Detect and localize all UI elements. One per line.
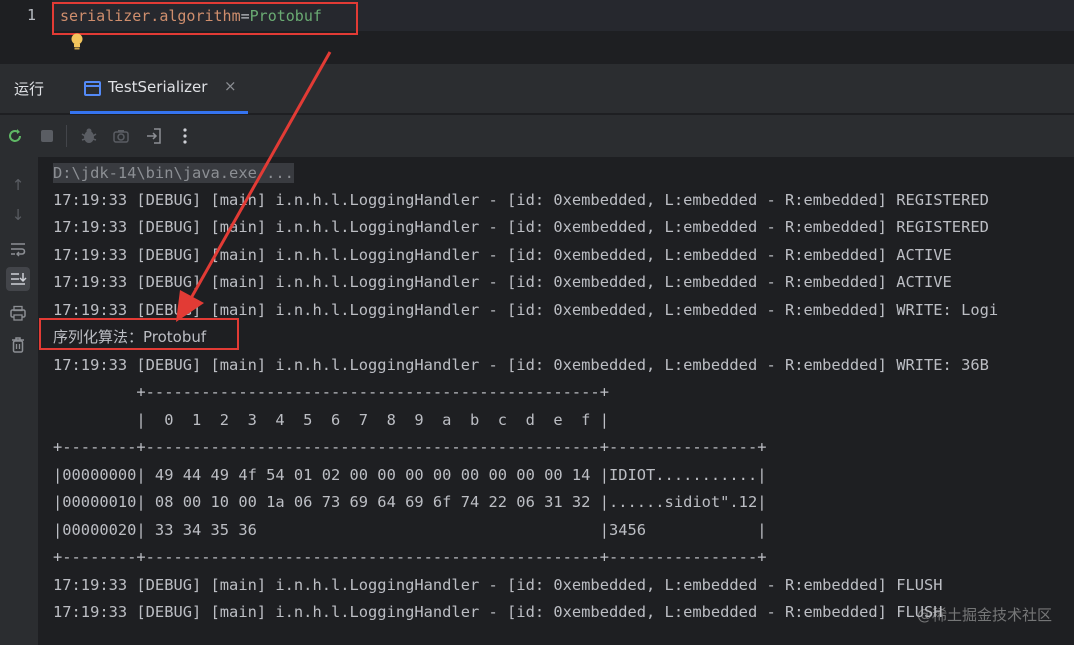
more-icon[interactable] [174,125,196,147]
hexdump-line: |00000020| 33 34 35 36 |3456 | [53,521,767,539]
hexdump-line: +--------+------------------------------… [53,548,767,566]
line-number: 1 [26,6,36,24]
up-arrow-icon[interactable]: ↑ [6,173,30,197]
console-line: 17:19:33 [DEBUG] [main] i.n.h.l.LoggingH… [53,356,989,374]
hexdump-line: |00000000| 49 44 49 4f 54 01 02 00 00 00… [53,466,767,484]
console-line: 17:19:33 [DEBUG] [main] i.n.h.l.LoggingH… [53,273,952,291]
tool-window-title: 运行 [14,80,45,98]
console-line: 17:19:33 [DEBUG] [main] i.n.h.l.LoggingH… [53,603,943,621]
console-line: 17:19:33 [DEBUG] [main] i.n.h.l.LoggingH… [53,246,952,264]
run-config-icon [84,81,101,96]
camera-icon[interactable] [110,125,132,147]
console-output[interactable]: D:\jdk-14\bin\java.exe ... 17:19:33 [DEB… [38,157,1074,645]
hexdump-line: | 0 1 2 3 4 5 6 7 8 9 a b c d e f | [53,411,609,429]
editor-pane[interactable]: 1 serializer.algorithm=Protobuf [0,0,1074,64]
console-line: 17:19:33 [DEBUG] [main] i.n.h.l.LoggingH… [53,191,989,209]
hexdump-line: +---------------------------------------… [53,383,609,401]
toolbar-separator [66,125,67,147]
stop-icon[interactable] [36,125,58,147]
console-command-line[interactable]: D:\jdk-14\bin\java.exe ... [53,163,294,183]
run-tool-window-header: 运行 TestSerializer × [0,64,1074,114]
editor-gutter: 1 [0,0,52,64]
trash-icon[interactable] [6,333,30,357]
tab-active-underline [70,111,248,114]
console-line: 17:19:33 [DEBUG] [main] i.n.h.l.LoggingH… [53,576,943,594]
soft-wrap-icon[interactable] [6,237,30,261]
down-arrow-icon[interactable]: ↓ [6,203,30,227]
rerun-icon[interactable] [4,125,26,147]
annotation-box-output [39,318,239,350]
run-toolbar [0,115,1074,157]
console-side-rail: ↑ ↓ [0,157,38,645]
console-line: 17:19:33 [DEBUG] [main] i.n.h.l.LoggingH… [53,218,989,236]
hexdump-line: +--------+------------------------------… [53,438,767,456]
tab-testserializer[interactable]: TestSerializer × [70,64,248,114]
tab-label: TestSerializer [108,78,208,96]
login-icon[interactable] [143,125,165,147]
console-line: 17:19:33 [DEBUG] [main] i.n.h.l.LoggingH… [53,301,999,319]
watermark: @稀土掘金技术社区 [916,606,1052,624]
scroll-to-end-icon[interactable] [6,267,30,291]
debug-icon[interactable] [78,125,100,147]
hexdump-line: |00000010| 08 00 10 00 1a 06 73 69 64 69… [53,493,767,511]
annotation-box-code [52,2,358,35]
close-icon[interactable]: × [224,77,237,95]
print-icon[interactable] [6,301,30,325]
lightbulb-icon[interactable] [68,32,86,52]
